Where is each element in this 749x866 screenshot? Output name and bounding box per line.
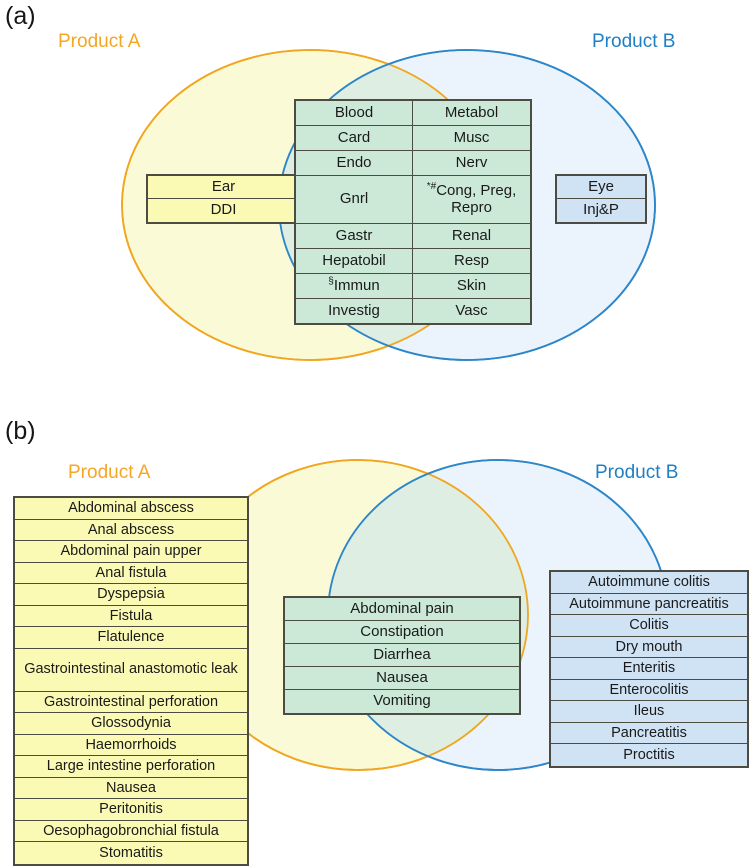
- table-cell-right: Vasc: [413, 299, 530, 323]
- table-cell-label: Immun: [333, 276, 380, 294]
- table-cell-left: Endo: [296, 151, 413, 175]
- panel-a-right-only-list: Eye Inj&P: [555, 174, 647, 224]
- table-cell-label: Card: [337, 128, 371, 146]
- list-item: Autoimmune pancreatitis: [551, 593, 747, 615]
- table-cell-label: Gastr: [335, 226, 373, 244]
- list-item: Eye: [557, 176, 645, 199]
- table-row: Investig Vasc: [296, 299, 530, 323]
- list-item: Autoimmune colitis: [551, 572, 747, 594]
- list-item: Enteritis: [551, 658, 747, 680]
- panel-a-product-a-label: Product A: [58, 31, 141, 52]
- list-item: Abdominal pain: [285, 598, 519, 621]
- list-item: Dry mouth: [551, 636, 747, 658]
- list-item: Gastrointestinal perforation: [15, 691, 247, 713]
- list-item: Peritonitis: [15, 799, 247, 821]
- table-cell-label: Resp: [453, 251, 490, 269]
- list-item: Inj&P: [557, 199, 645, 222]
- list-item: Constipation: [285, 621, 519, 644]
- list-item: Haemorrhoids: [15, 734, 247, 756]
- list-item: Ear: [148, 176, 299, 199]
- panel-b-product-b-label: Product B: [595, 462, 679, 483]
- table-row: Card Musc: [296, 126, 530, 151]
- list-item: Gastrointestinal anastomotic leak: [15, 648, 247, 692]
- list-item: Dyspepsia: [15, 584, 247, 606]
- panel-b-left-only-list: Abdominal abscess Anal abscess Abdominal p…: [13, 496, 249, 866]
- panel-a-product-b-label: Product B: [592, 31, 676, 52]
- list-item: Glossodynia: [15, 713, 247, 735]
- panel-b-product-a-label: Product A: [68, 462, 151, 483]
- table-cell-label: Cong, Preg, Repro: [436, 182, 517, 216]
- table-cell-right: Resp: [413, 249, 530, 273]
- list-item: Large intestine perforation: [15, 756, 247, 778]
- table-cell-label: Skin: [456, 276, 487, 294]
- table-row: Blood Metabol: [296, 101, 530, 126]
- table-row: Gnrl *#Cong, Preg, Repro: [296, 176, 530, 224]
- table-cell-label: Nerv: [455, 153, 488, 171]
- table-cell-right: Renal: [413, 224, 530, 248]
- table-cell-label: Endo: [336, 153, 372, 171]
- table-cell-left: Hepatobil: [296, 249, 413, 273]
- list-item: Diarrhea: [285, 644, 519, 667]
- table-cell-label: Renal: [451, 226, 492, 244]
- list-item: Ileus: [551, 701, 747, 723]
- table-cell-right: Nerv: [413, 151, 530, 175]
- table-cell-label: Investig: [328, 301, 380, 319]
- table-cell-label: Musc: [453, 128, 490, 146]
- table-cell-left: §Immun: [296, 274, 413, 298]
- table-row: Gastr Renal: [296, 224, 530, 249]
- table-cell-right: Musc: [413, 126, 530, 150]
- table-cell-left: Blood: [296, 101, 413, 125]
- table-cell-label: Metabol: [444, 103, 499, 121]
- panel-a-letter: (a): [5, 2, 36, 30]
- list-item: Proctitis: [551, 744, 747, 766]
- panel-b-right-only-list: Autoimmune colitis Autoimmune pancreatiti…: [549, 570, 749, 768]
- footnote-marker: *#: [426, 181, 437, 192]
- table-cell-left: Investig: [296, 299, 413, 323]
- list-item: Stomatitis: [15, 842, 247, 864]
- table-row: Endo Nerv: [296, 151, 530, 176]
- table-cell-left: Card: [296, 126, 413, 150]
- list-item: Flatulence: [15, 627, 247, 649]
- list-item: DDI: [148, 199, 299, 222]
- table-cell-right: Skin: [413, 274, 530, 298]
- list-item: Nausea: [285, 667, 519, 690]
- list-item: Fistula: [15, 605, 247, 627]
- list-item: Oesophagobronchial fistula: [15, 820, 247, 842]
- list-item: Anal fistula: [15, 562, 247, 584]
- table-row: §Immun Skin: [296, 274, 530, 299]
- panel-b-letter: (b): [5, 417, 36, 445]
- list-item: Nausea: [15, 777, 247, 799]
- panel-a-left-only-list: Ear DDI: [146, 174, 301, 224]
- table-cell-label: Vasc: [455, 301, 488, 319]
- table-cell-label: Hepatobil: [322, 251, 386, 269]
- table-cell-label: Gnrl: [339, 190, 369, 208]
- list-item: Pancreatitis: [551, 722, 747, 744]
- table-cell-right: Metabol: [413, 101, 530, 125]
- table-row: Hepatobil Resp: [296, 249, 530, 274]
- list-item: Anal abscess: [15, 519, 247, 541]
- table-cell-right: *#Cong, Preg, Repro: [413, 176, 530, 223]
- table-cell-left: Gastr: [296, 224, 413, 248]
- table-cell-label: Blood: [334, 103, 374, 121]
- list-item: Abdominal abscess: [15, 498, 247, 520]
- list-item: Abdominal pain upper: [15, 541, 247, 563]
- list-item: Enterocolitis: [551, 679, 747, 701]
- panel-a-shared-table: Blood Metabol Card Musc Endo Nerv Gnrl *#Cong, …: [294, 99, 532, 325]
- list-item: Colitis: [551, 615, 747, 637]
- list-item: Vomiting: [285, 690, 519, 713]
- panel-b-shared-list: Abdominal pain Constipation Diarrhea Nausea…: [283, 596, 521, 715]
- table-cell-left: Gnrl: [296, 176, 413, 223]
